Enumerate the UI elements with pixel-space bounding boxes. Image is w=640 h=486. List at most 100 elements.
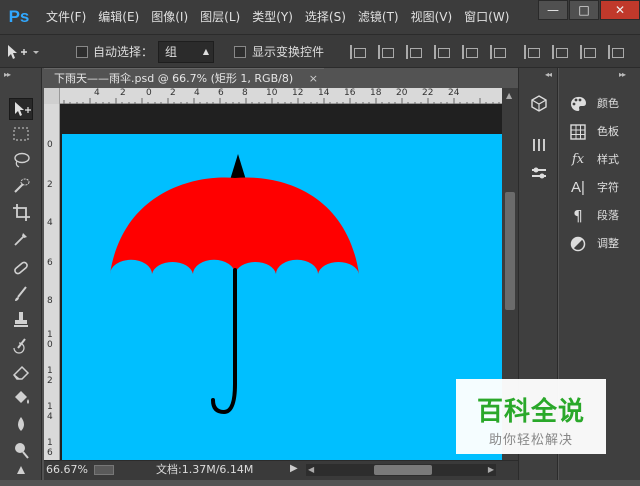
document-info: 文档:1.37M/6.14M bbox=[156, 463, 254, 476]
align-top-icon[interactable] bbox=[350, 45, 366, 59]
panel-label: 调整 bbox=[597, 237, 619, 250]
scroll-right-icon[interactable]: ▶ bbox=[488, 464, 494, 476]
close-tab-icon[interactable]: × bbox=[309, 69, 318, 88]
scroll-left-icon[interactable]: ◀ bbox=[308, 464, 314, 476]
photoshop-logo: Ps bbox=[8, 7, 30, 26]
umbrella-artwork bbox=[110, 154, 359, 415]
document-title: 下雨天——雨伞.psd @ 66.7% (矩形 1, RGB/8) bbox=[54, 72, 294, 85]
quick-selection-tool-icon[interactable] bbox=[9, 176, 33, 198]
proof-icon[interactable] bbox=[94, 465, 114, 475]
panel-color[interactable]: 颜色 bbox=[565, 92, 637, 116]
character-icon: A| bbox=[571, 179, 585, 196]
collapse-icon[interactable]: ◂◂ bbox=[545, 70, 552, 79]
auto-select-dropdown[interactable]: 组 ▲▼ bbox=[158, 41, 214, 76]
status-bar: 66.67% 文档:1.37M/6.14M ▶ ◀ ▶ bbox=[44, 460, 518, 480]
ruler-tick: 4 bbox=[47, 218, 53, 228]
document-tab[interactable]: 下雨天——雨伞.psd @ 66.7% (矩形 1, RGB/8) × bbox=[44, 68, 324, 88]
ruler-tick: 6 bbox=[47, 258, 53, 268]
panel-paragraph[interactable]: ¶ 段落 bbox=[565, 204, 637, 228]
align-vcenter-icon[interactable] bbox=[378, 45, 394, 59]
ruler-tick: 1 0 bbox=[47, 330, 53, 350]
vertical-ruler[interactable]: 0 2 4 6 8 1 0 1 2 1 4 1 6 bbox=[44, 104, 60, 460]
watermark-badge: 百科全说 助你轻松解决 bbox=[456, 379, 606, 454]
move-tool-preset-icon[interactable] bbox=[4, 43, 44, 61]
panel-label: 段落 bbox=[597, 209, 619, 222]
ruler-origin[interactable] bbox=[44, 88, 60, 104]
zoom-level[interactable]: 66.67% bbox=[46, 461, 88, 479]
ruler-tick: 0 bbox=[47, 140, 53, 150]
menu-window[interactable]: 窗口(W) bbox=[458, 0, 515, 34]
menu-layer[interactable]: 图层(L) bbox=[194, 0, 246, 34]
window-controls: — □ ✕ bbox=[537, 0, 640, 22]
menu-image[interactable]: 图像(I) bbox=[145, 0, 194, 34]
status-menu-arrow-icon[interactable]: ▶ bbox=[290, 463, 298, 474]
lasso-tool-icon[interactable] bbox=[9, 150, 33, 172]
eyedropper-tool-icon[interactable] bbox=[9, 228, 33, 250]
marquee-tool-icon[interactable] bbox=[9, 124, 33, 146]
menu-filter[interactable]: 滤镜(T) bbox=[352, 0, 405, 34]
panel-label: 色板 bbox=[597, 125, 619, 138]
auto-select-value: 组 bbox=[165, 45, 178, 59]
auto-select-label: 自动选择： bbox=[93, 45, 154, 59]
menu-bar: Ps 文件(F) 编辑(E) 图像(I) 图层(L) 类型(Y) 选择(S) 滤… bbox=[0, 0, 640, 34]
restore-button[interactable]: □ bbox=[569, 0, 599, 20]
crop-tool-icon[interactable] bbox=[9, 202, 33, 224]
horizontal-ruler[interactable]: 4 2 0 2 4 6 8 10 12 14 16 18 20 22 24 bbox=[44, 88, 518, 104]
horizontal-scroll-thumb[interactable] bbox=[374, 465, 432, 475]
dodge-tool-icon[interactable] bbox=[9, 440, 33, 462]
distribute-bottom-icon[interactable] bbox=[580, 45, 596, 59]
horizontal-scrollbar[interactable]: ◀ ▶ bbox=[306, 464, 496, 476]
show-transform-label: 显示变换控件 bbox=[252, 45, 325, 59]
brush-tool-icon[interactable] bbox=[9, 284, 33, 306]
healing-brush-tool-icon[interactable] bbox=[9, 258, 33, 280]
3d-icon[interactable] bbox=[529, 94, 549, 112]
ruler-ticks-top bbox=[63, 98, 507, 104]
align-left-icon[interactable] bbox=[434, 45, 450, 59]
panel-label: 字符 bbox=[597, 181, 619, 194]
panel-adjustments[interactable]: 调整 bbox=[565, 232, 637, 256]
align-right-icon[interactable] bbox=[490, 45, 506, 59]
align-hcenter-icon[interactable] bbox=[462, 45, 478, 59]
tools-panel: ▸▸ bbox=[0, 68, 42, 480]
distribute-top-icon[interactable] bbox=[524, 45, 540, 59]
scroll-up-icon[interactable]: ▲ bbox=[506, 91, 512, 100]
options-bar: 自动选择： 组 ▲▼ 显示变换控件 bbox=[0, 34, 640, 76]
panel-label: 样式 bbox=[597, 153, 619, 166]
panel-styles[interactable]: fx 样式 bbox=[565, 148, 637, 172]
adjustments-icon bbox=[569, 235, 587, 253]
palette-icon bbox=[569, 95, 587, 113]
document-canvas[interactable] bbox=[62, 134, 502, 460]
history-brush-tool-icon[interactable] bbox=[9, 336, 33, 358]
brush-presets-icon[interactable] bbox=[529, 136, 549, 154]
distribute-vcenter-icon[interactable] bbox=[552, 45, 568, 59]
menu-select[interactable]: 选择(S) bbox=[299, 0, 352, 34]
ruler-tick: 1 6 bbox=[47, 438, 53, 458]
pen-tool-icon[interactable] bbox=[9, 464, 33, 486]
show-transform-checkbox[interactable] bbox=[234, 46, 246, 58]
ruler-tick: 1 4 bbox=[47, 402, 53, 422]
move-tool-icon[interactable] bbox=[9, 98, 33, 120]
panel-swatches[interactable]: 色板 bbox=[565, 120, 637, 144]
collapse-icon[interactable]: ▸▸ bbox=[4, 70, 11, 79]
menu-type[interactable]: 类型(Y) bbox=[246, 0, 299, 34]
menu-view[interactable]: 视图(V) bbox=[405, 0, 459, 34]
menu-edit[interactable]: 编辑(E) bbox=[92, 0, 145, 34]
blur-tool-icon[interactable] bbox=[9, 414, 33, 436]
menu-items: 文件(F) 编辑(E) 图像(I) 图层(L) 类型(Y) 选择(S) 滤镜(T… bbox=[40, 0, 515, 34]
menu-file[interactable]: 文件(F) bbox=[40, 0, 92, 34]
panel-character[interactable]: A| 字符 bbox=[565, 176, 637, 200]
vertical-scroll-thumb[interactable] bbox=[505, 192, 515, 310]
paint-bucket-tool-icon[interactable] bbox=[9, 388, 33, 410]
align-bottom-icon[interactable] bbox=[406, 45, 422, 59]
collapse-icon[interactable]: ▸▸ bbox=[619, 70, 626, 79]
watermark-title: 百科全说 bbox=[476, 397, 585, 427]
auto-select-checkbox[interactable] bbox=[76, 46, 88, 58]
panel-label: 颜色 bbox=[597, 97, 619, 110]
distribute-left-icon[interactable] bbox=[608, 45, 624, 59]
ruler-tick: 1 2 bbox=[47, 366, 53, 386]
eraser-tool-icon[interactable] bbox=[9, 362, 33, 384]
close-button[interactable]: ✕ bbox=[600, 0, 640, 20]
tool-presets-icon[interactable] bbox=[529, 164, 549, 182]
clone-stamp-tool-icon[interactable] bbox=[9, 310, 33, 332]
minimize-button[interactable]: — bbox=[538, 0, 568, 20]
